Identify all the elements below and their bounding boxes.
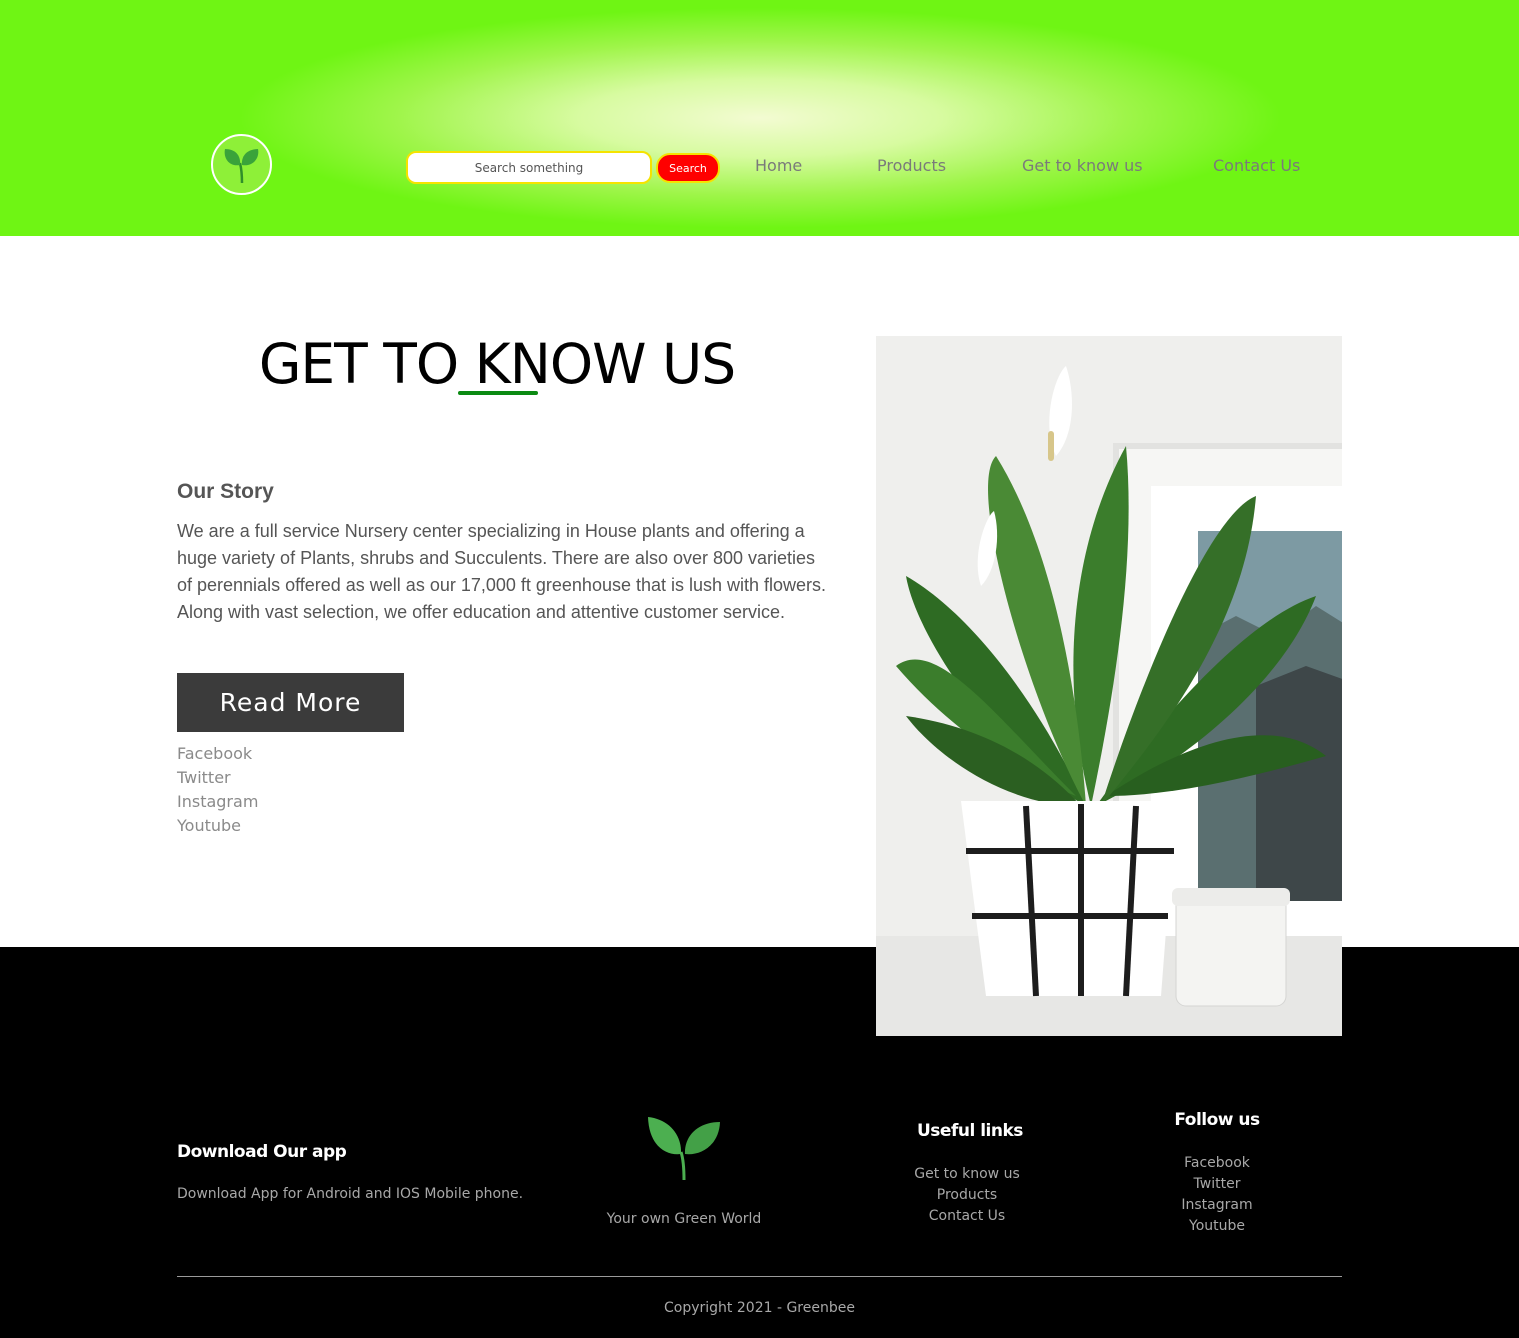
footer-youtube-link[interactable]: Youtube xyxy=(1137,1216,1297,1237)
footer-sprout-icon xyxy=(646,1114,722,1182)
footer-link-get-to-know-us[interactable]: Get to know us xyxy=(887,1164,1047,1185)
read-more-button[interactable]: Read More xyxy=(177,673,404,732)
sprout-logo-icon[interactable] xyxy=(211,134,272,195)
brand-tagline: Your own Green World xyxy=(606,1211,762,1227)
footer-link-products[interactable]: Products xyxy=(887,1185,1047,1206)
social-links: Facebook Twitter Instagram Youtube xyxy=(177,742,258,838)
search-input[interactable] xyxy=(406,151,652,184)
plant-photo xyxy=(876,336,1342,1036)
follow-us-list: Facebook Twitter Instagram Youtube xyxy=(1137,1153,1297,1237)
social-twitter-link[interactable]: Twitter xyxy=(177,766,258,790)
download-app-text: Download App for Android and IOS Mobile … xyxy=(177,1186,524,1202)
nav-contact-us[interactable]: Contact Us xyxy=(1213,156,1300,175)
nav-get-to-know-us[interactable]: Get to know us xyxy=(1022,156,1143,175)
follow-us-heading: Follow us xyxy=(1174,1110,1260,1130)
copyright-text: Copyright 2021 - Greenbee xyxy=(664,1300,855,1316)
social-instagram-link[interactable]: Instagram xyxy=(177,790,258,814)
social-youtube-link[interactable]: Youtube xyxy=(177,814,258,838)
story-text: We are a full service Nursery center spe… xyxy=(177,521,827,622)
useful-links-list: Get to know us Products Contact Us xyxy=(887,1164,1047,1227)
story-heading: Our Story xyxy=(177,480,274,503)
social-facebook-link[interactable]: Facebook xyxy=(177,742,258,766)
footer-twitter-link[interactable]: Twitter xyxy=(1137,1174,1297,1195)
footer-facebook-link[interactable]: Facebook xyxy=(1137,1153,1297,1174)
search-button[interactable]: Search xyxy=(656,153,720,183)
nav-products[interactable]: Products xyxy=(877,156,946,175)
download-app-heading: Download Our app xyxy=(177,1142,347,1162)
site-header: Search Home Products Get to know us Cont… xyxy=(0,0,1519,236)
nav-home[interactable]: Home xyxy=(755,156,802,175)
footer-link-contact-us[interactable]: Contact Us xyxy=(887,1206,1047,1227)
footer-instagram-link[interactable]: Instagram xyxy=(1137,1195,1297,1216)
footer-divider xyxy=(177,1276,1342,1277)
page-title: GET TO KNOW US xyxy=(258,332,736,396)
title-underline xyxy=(458,391,538,395)
useful-links-heading: Useful links xyxy=(917,1121,1023,1141)
